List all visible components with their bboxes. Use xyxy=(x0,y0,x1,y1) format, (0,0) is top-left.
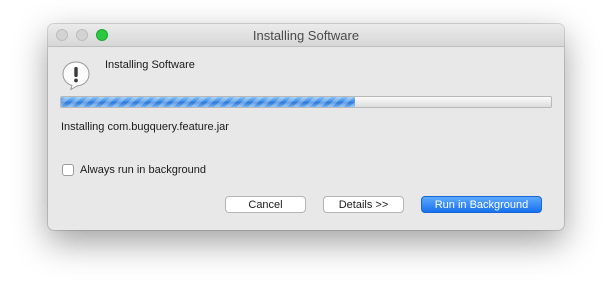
cancel-button[interactable]: Cancel xyxy=(225,196,306,213)
title-bar[interactable]: Installing Software xyxy=(48,24,564,47)
progress-fill xyxy=(61,97,355,107)
run-in-background-button[interactable]: Run in Background xyxy=(421,196,542,213)
dialog-heading: Installing Software xyxy=(105,59,195,71)
status-text: Installing com.bugquery.feature.jar xyxy=(61,121,229,133)
always-run-background-checkbox[interactable] xyxy=(62,164,74,176)
details-button[interactable]: Details >> xyxy=(323,196,404,213)
run-in-background-option[interactable]: Always run in background xyxy=(62,163,206,177)
install-progress-bar xyxy=(60,96,552,108)
install-dialog: Installing Software Installing Software … xyxy=(48,24,564,230)
always-run-background-label[interactable]: Always run in background xyxy=(80,164,206,176)
alert-exclamation-icon xyxy=(62,61,90,91)
window-title: Installing Software xyxy=(252,28,360,43)
